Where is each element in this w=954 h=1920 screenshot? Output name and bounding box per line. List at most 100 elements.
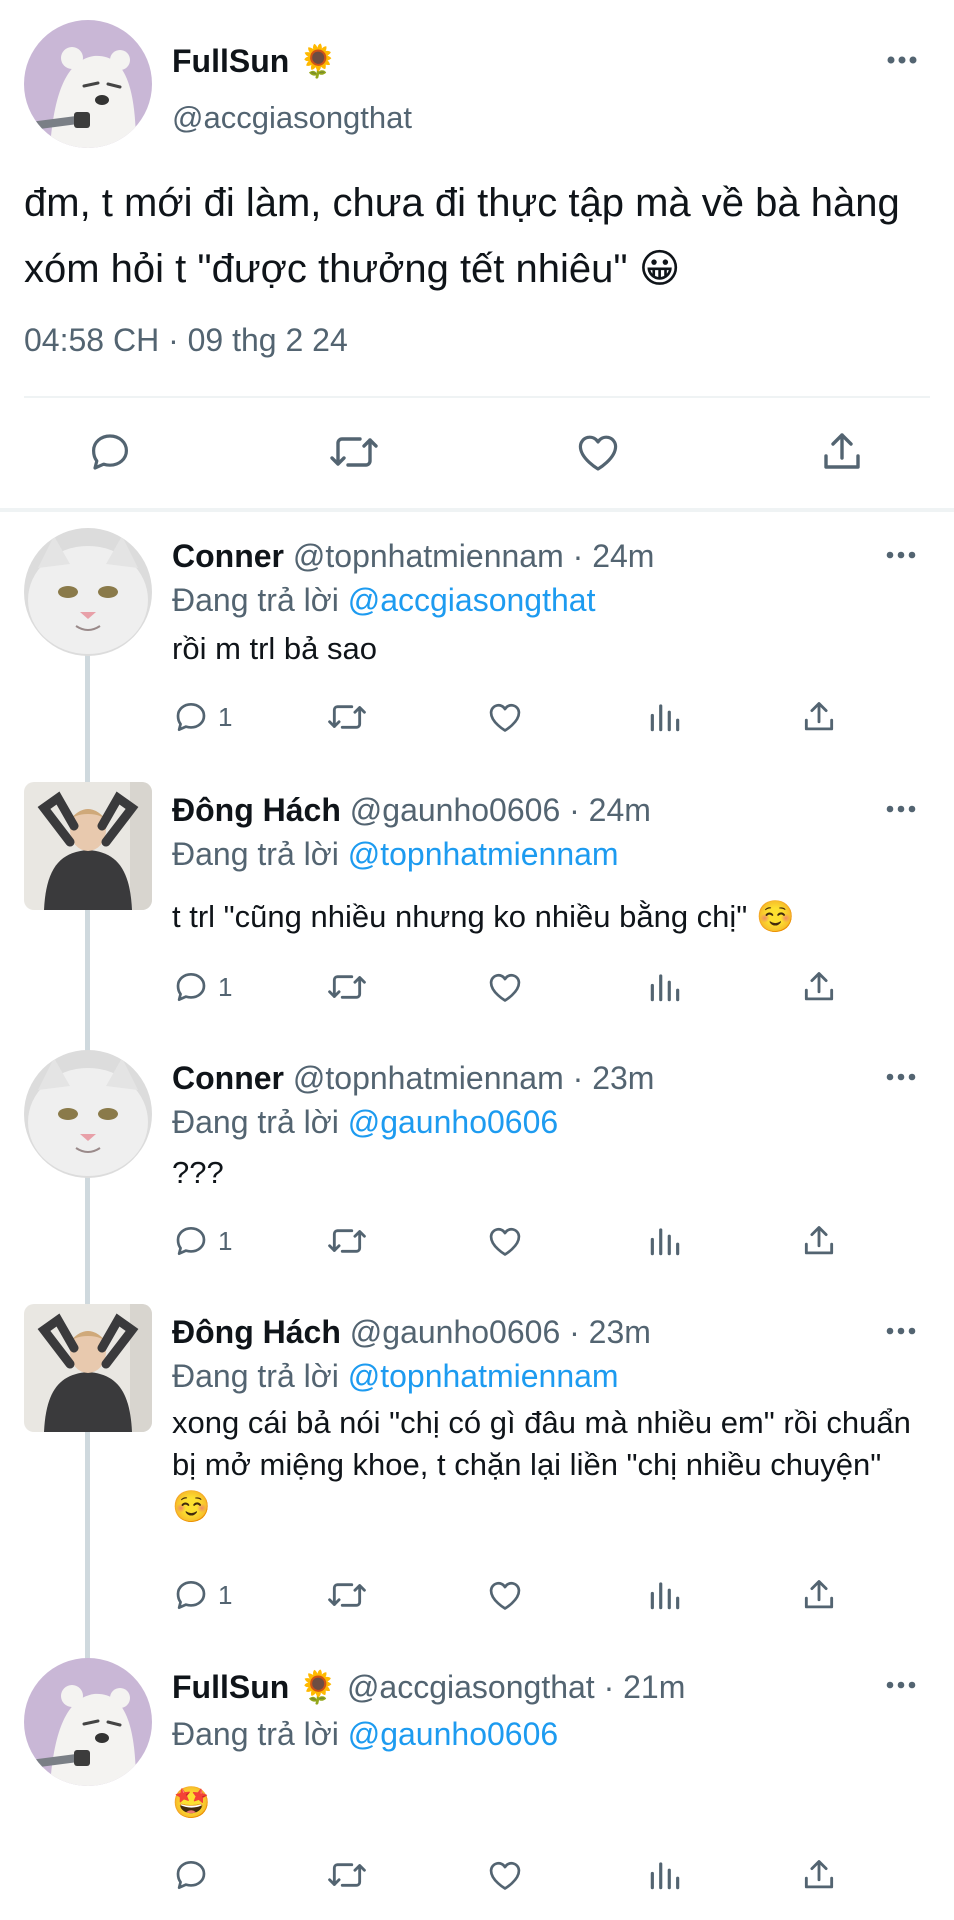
views-button[interactable] xyxy=(646,1856,684,1894)
more-options-button[interactable] xyxy=(886,1326,916,1336)
retweet-button[interactable] xyxy=(326,968,368,1006)
heart-icon xyxy=(489,703,521,732)
like-button[interactable] xyxy=(574,428,622,476)
more-options-button[interactable] xyxy=(886,1072,916,1082)
reply-tweet[interactable]: Đông Hách @gaunho0606 · 23m Đang trả lời… xyxy=(0,1304,954,1620)
mention-link[interactable]: @accgiasongthat xyxy=(348,582,596,618)
reply-tweet[interactable]: Conner @topnhatmiennam · 23m Đang trả lờ… xyxy=(0,1050,954,1266)
like-button[interactable] xyxy=(486,698,524,736)
views-button[interactable] xyxy=(646,1222,684,1260)
replying-to-line: Đang trả lời @topnhatmiennam xyxy=(172,1358,619,1394)
share-upload-icon xyxy=(804,972,834,1001)
views-button[interactable] xyxy=(646,1576,684,1614)
heart-icon xyxy=(578,435,618,471)
avatar-fullsun[interactable] xyxy=(24,20,152,148)
mention-link[interactable]: @topnhatmiennam xyxy=(348,1358,619,1394)
like-button[interactable] xyxy=(486,1222,524,1260)
avatar-fullsun[interactable] xyxy=(24,1658,152,1786)
author-handle[interactable]: @accgiasongthat xyxy=(347,1669,595,1705)
reply-time: · 24m xyxy=(572,538,655,574)
reply-header: Đông Hách @gaunho0606 · 24m xyxy=(172,792,651,829)
reply-bubble-icon xyxy=(176,1580,206,1610)
author-handle[interactable]: @topnhatmiennam xyxy=(293,538,564,574)
reply-button[interactable]: 1 xyxy=(172,968,232,1006)
reply-bubble-icon xyxy=(176,1860,206,1890)
author-name[interactable]: FullSun 🌻 xyxy=(172,42,338,80)
star-struck-emoji: 🤩 xyxy=(172,1785,211,1820)
replying-to-line: Đang trả lời @topnhatmiennam xyxy=(172,836,619,872)
reply-button[interactable] xyxy=(86,428,134,476)
reply-text: t trl "cũng nhiều nhưng ko nhiều bằng ch… xyxy=(172,899,795,934)
bear-avatar-image xyxy=(24,20,152,148)
share-button[interactable] xyxy=(800,698,838,736)
share-button[interactable] xyxy=(818,428,866,476)
author-name[interactable]: Đông Hách xyxy=(172,1314,341,1350)
reply-text: ??? xyxy=(172,1155,224,1190)
author-name[interactable]: Conner xyxy=(172,1060,284,1096)
retweet-button[interactable] xyxy=(326,1856,368,1894)
like-button[interactable] xyxy=(486,1856,524,1894)
share-button[interactable] xyxy=(800,1576,838,1614)
reply-time: · 23m xyxy=(569,1314,651,1350)
author-name[interactable]: FullSun xyxy=(172,1669,289,1705)
retweet-button[interactable] xyxy=(326,1222,368,1260)
reply-button[interactable]: 1 xyxy=(172,698,232,736)
author-name[interactable]: Đông Hách xyxy=(172,792,341,828)
grinning-emoji: 😀 xyxy=(638,247,681,291)
views-bar-chart-icon xyxy=(650,1862,680,1890)
reply-button[interactable] xyxy=(172,1856,218,1894)
retweet-button[interactable] xyxy=(326,698,368,736)
share-upload-icon xyxy=(804,1860,834,1889)
author-handle[interactable]: @accgiasongthat xyxy=(172,100,412,136)
avatar-dong-hach[interactable] xyxy=(24,1304,152,1432)
author-handle[interactable]: @topnhatmiennam xyxy=(293,1060,564,1096)
reply-header: Conner @topnhatmiennam · 24m xyxy=(172,538,654,575)
share-button[interactable] xyxy=(800,968,838,1006)
reply-bubble-icon xyxy=(176,702,206,732)
avatar-conner[interactable] xyxy=(24,528,152,656)
author-handle[interactable]: @gaunho0606 xyxy=(350,792,560,828)
more-options-button[interactable] xyxy=(886,1680,916,1690)
retweet-icon xyxy=(330,437,378,467)
more-options-button[interactable] xyxy=(886,804,916,814)
reply-text: 🤩 xyxy=(172,1780,912,1826)
reply-tweet[interactable]: Đông Hách @gaunho0606 · 24m Đang trả lời… xyxy=(0,782,954,1012)
like-button[interactable] xyxy=(486,1576,524,1614)
replying-to-line: Đang trả lời @accgiasongthat xyxy=(172,582,596,618)
replying-to-line: Đang trả lời @gaunho0606 xyxy=(172,1104,559,1140)
author-handle[interactable]: @gaunho0606 xyxy=(350,1314,560,1350)
views-button[interactable] xyxy=(646,698,684,736)
smiling-emoji: ☺️ xyxy=(172,1489,211,1524)
mention-link[interactable]: @gaunho0606 xyxy=(348,1716,558,1752)
reply-time: · 24m xyxy=(569,792,651,828)
more-options-button[interactable] xyxy=(886,54,918,66)
reply-time: · 23m xyxy=(572,1060,655,1096)
share-upload-icon xyxy=(804,702,834,731)
reply-time: · 21m xyxy=(603,1669,686,1705)
reply-tweet[interactable]: Conner @topnhatmiennam · 24m Đang trả lờ… xyxy=(0,528,954,744)
reply-bubble-icon xyxy=(176,972,206,1002)
reply-button[interactable]: 1 xyxy=(172,1576,232,1614)
reply-count: 1 xyxy=(218,1579,233,1610)
more-options-button[interactable] xyxy=(886,550,916,560)
like-button[interactable] xyxy=(486,968,524,1006)
share-button[interactable] xyxy=(800,1222,838,1260)
mention-link[interactable]: @gaunho0606 xyxy=(348,1104,558,1140)
retweet-button[interactable] xyxy=(328,428,380,476)
tweet-timestamp[interactable]: 04:58 CH · 09 thg 2 24 xyxy=(24,322,348,359)
smiling-emoji: ☺️ xyxy=(755,899,795,934)
reply-button[interactable]: 1 xyxy=(172,1222,232,1260)
views-button[interactable] xyxy=(646,968,684,1006)
reply-tweet[interactable]: FullSun 🌻 @accgiasongthat · 21m Đang trả… xyxy=(0,1658,954,1920)
share-button[interactable] xyxy=(800,1856,838,1894)
retweet-button[interactable] xyxy=(326,1576,368,1614)
main-tweet: FullSun 🌻 @accgiasongthat đm, t mới đi l… xyxy=(0,0,954,512)
heart-icon xyxy=(489,973,521,1002)
mention-link[interactable]: @topnhatmiennam xyxy=(348,836,619,872)
reply-header: Đông Hách @gaunho0606 · 23m xyxy=(172,1314,651,1351)
author-name[interactable]: Conner xyxy=(172,538,284,574)
avatar-dong-hach[interactable] xyxy=(24,782,152,910)
retweet-icon xyxy=(328,975,366,999)
reply-bubble-icon xyxy=(176,1226,206,1256)
avatar-conner[interactable] xyxy=(24,1050,152,1178)
